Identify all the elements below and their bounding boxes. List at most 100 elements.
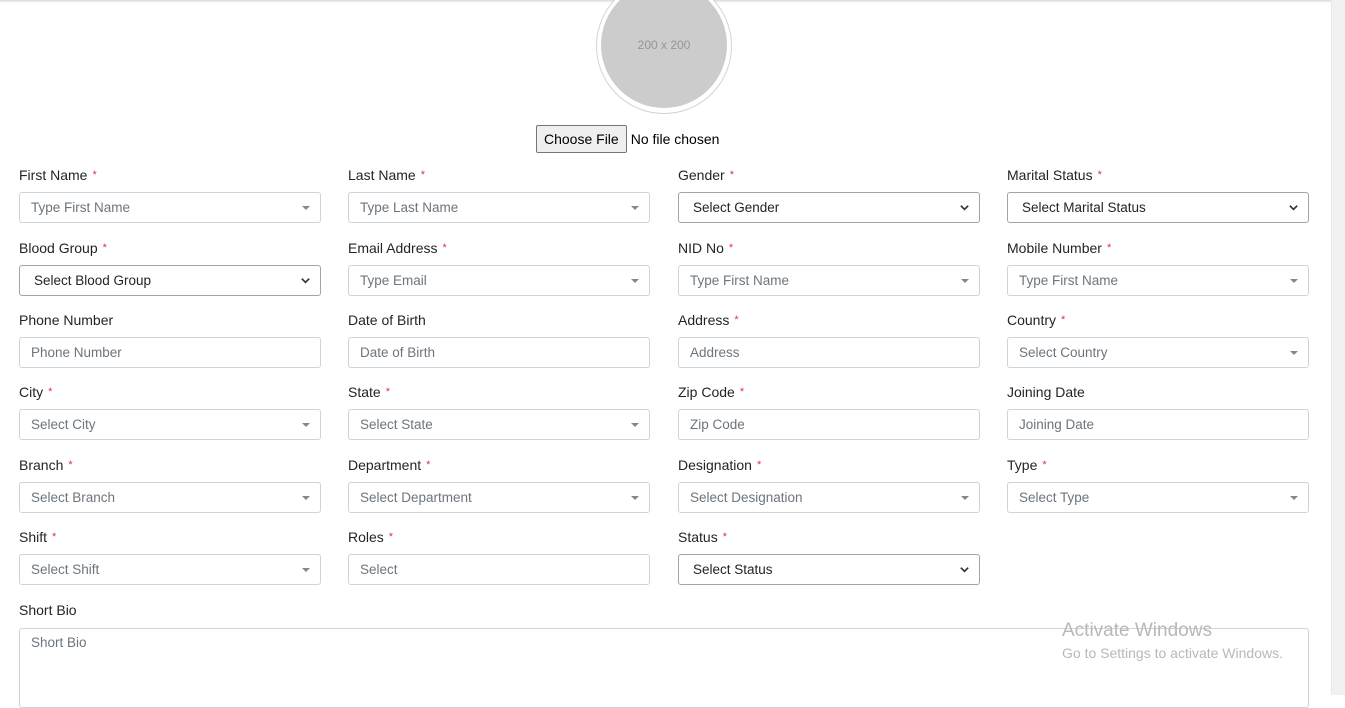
required-marker: *: [442, 242, 447, 254]
first-name-label: First Name: [19, 167, 88, 183]
marital-status-label: Marital Status: [1007, 167, 1093, 183]
marital-status-field: Marital Status * Select Marital Status: [1007, 167, 1309, 223]
required-marker: *: [52, 531, 57, 543]
shift-field: Shift * Select Shift: [19, 529, 321, 585]
email-placeholder: Type Email: [360, 273, 427, 288]
phone-placeholder: Phone Number: [31, 345, 122, 360]
country-label: Country: [1007, 312, 1057, 328]
required-marker: *: [420, 169, 425, 181]
required-marker: *: [385, 386, 390, 398]
required-marker: *: [739, 386, 745, 398]
blood-group-select[interactable]: Select Blood Group: [19, 265, 321, 296]
required-marker: *: [1061, 314, 1066, 326]
department-field: Department * Select Department: [348, 457, 650, 513]
city-label: City: [19, 384, 44, 400]
department-label: Department: [348, 457, 422, 473]
mobile-dropdown[interactable]: Type First Name: [1007, 265, 1309, 296]
designation-placeholder: Select Designation: [690, 490, 803, 505]
state-placeholder: Select State: [360, 417, 433, 432]
caret-down-icon: [631, 279, 639, 283]
short-bio-placeholder: Short Bio: [31, 635, 87, 650]
required-marker: *: [734, 314, 739, 326]
last-name-placeholder: Type Last Name: [360, 200, 459, 215]
caret-down-icon: [302, 206, 310, 210]
caret-down-icon: [302, 568, 310, 572]
nid-field: NID No * Type First Name: [678, 240, 980, 296]
blood-group-value: Select Blood Group: [34, 273, 152, 288]
roles-placeholder: Select: [360, 562, 398, 577]
gender-value: Select Gender: [693, 200, 780, 215]
caret-down-icon: [961, 279, 969, 283]
caret-down-icon: [1290, 279, 1298, 283]
dob-placeholder: Date of Birth: [360, 345, 436, 360]
joining-date-field: Joining Date Joining Date: [1007, 384, 1309, 440]
zip-input[interactable]: Zip Code: [678, 409, 980, 440]
country-field: Country * Select Country: [1007, 312, 1309, 368]
required-marker: *: [388, 531, 394, 543]
first-name-placeholder: Type First Name: [31, 200, 131, 215]
city-dropdown[interactable]: Select City: [19, 409, 321, 440]
roles-input[interactable]: Select: [348, 554, 650, 585]
branch-dropdown[interactable]: Select Branch: [19, 482, 321, 513]
marital-status-value: Select Marital Status: [1022, 200, 1146, 215]
last-name-field: Last Name * Type Last Name: [348, 167, 650, 223]
choose-file-button[interactable]: Choose File: [536, 125, 627, 153]
avatar-file-input[interactable]: Choose File No file chosen: [536, 125, 719, 153]
city-field: City * Select City: [19, 384, 321, 440]
gender-label: Gender: [678, 167, 725, 183]
state-label: State: [348, 384, 381, 400]
watermark-title: Activate Windows: [1062, 620, 1212, 641]
email-dropdown[interactable]: Type Email: [348, 265, 650, 296]
address-placeholder: Address: [690, 345, 740, 360]
email-label: Email Address: [348, 240, 438, 256]
required-marker: *: [68, 459, 73, 471]
branch-field: Branch * Select Branch: [19, 457, 321, 513]
required-marker: *: [728, 242, 734, 254]
last-name-dropdown[interactable]: Type Last Name: [348, 192, 650, 223]
roles-field: Roles * Select: [348, 529, 650, 585]
country-placeholder: Select Country: [1019, 345, 1108, 360]
status-select[interactable]: Select Status: [678, 554, 980, 585]
caret-down-icon: [302, 496, 310, 500]
marital-status-select[interactable]: Select Marital Status: [1007, 192, 1309, 223]
first-name-dropdown[interactable]: Type First Name: [19, 192, 321, 223]
joining-date-input[interactable]: Joining Date: [1007, 409, 1309, 440]
caret-down-icon: [961, 496, 969, 500]
phone-field: Phone Number Phone Number: [19, 312, 321, 368]
state-dropdown[interactable]: Select State: [348, 409, 650, 440]
designation-dropdown[interactable]: Select Designation: [678, 482, 980, 513]
type-placeholder: Select Type: [1019, 490, 1090, 505]
avatar-size-text: 200 x 200: [637, 38, 691, 52]
status-label: Status: [678, 529, 718, 545]
roles-label: Roles: [348, 529, 384, 545]
caret-down-icon: [1290, 496, 1298, 500]
mobile-placeholder: Type First Name: [1019, 273, 1119, 288]
phone-input[interactable]: Phone Number: [19, 337, 321, 368]
department-dropdown[interactable]: Select Department: [348, 482, 650, 513]
required-marker: *: [722, 531, 727, 543]
email-field: Email Address * Type Email: [348, 240, 650, 296]
nid-label: NID No: [678, 240, 724, 256]
shift-dropdown[interactable]: Select Shift: [19, 554, 321, 585]
watermark-subtitle: Go to Settings to activate Windows.: [1062, 645, 1283, 661]
required-marker: *: [1042, 459, 1047, 471]
dob-input[interactable]: Date of Birth: [348, 337, 650, 368]
shift-placeholder: Select Shift: [31, 562, 100, 577]
caret-down-icon: [631, 206, 639, 210]
address-input[interactable]: Address: [678, 337, 980, 368]
blood-group-field: Blood Group * Select Blood Group: [19, 240, 321, 296]
state-field: State * Select State: [348, 384, 650, 440]
nid-dropdown[interactable]: Type First Name: [678, 265, 980, 296]
caret-down-icon: [631, 423, 639, 427]
type-dropdown[interactable]: Select Type: [1007, 482, 1309, 513]
page-scrollbar[interactable]: [1331, 0, 1345, 695]
gender-field: Gender * Select Gender: [678, 167, 980, 223]
required-marker: *: [92, 169, 97, 181]
joining-date-placeholder: Joining Date: [1019, 417, 1095, 432]
country-dropdown[interactable]: Select Country: [1007, 337, 1309, 368]
first-name-field: First Name * Type First Name: [19, 167, 321, 223]
gender-select[interactable]: Select Gender: [678, 192, 980, 223]
required-marker: *: [1106, 242, 1112, 254]
joining-date-label: Joining Date: [1007, 384, 1085, 400]
status-field: Status * Select Status: [678, 529, 980, 585]
